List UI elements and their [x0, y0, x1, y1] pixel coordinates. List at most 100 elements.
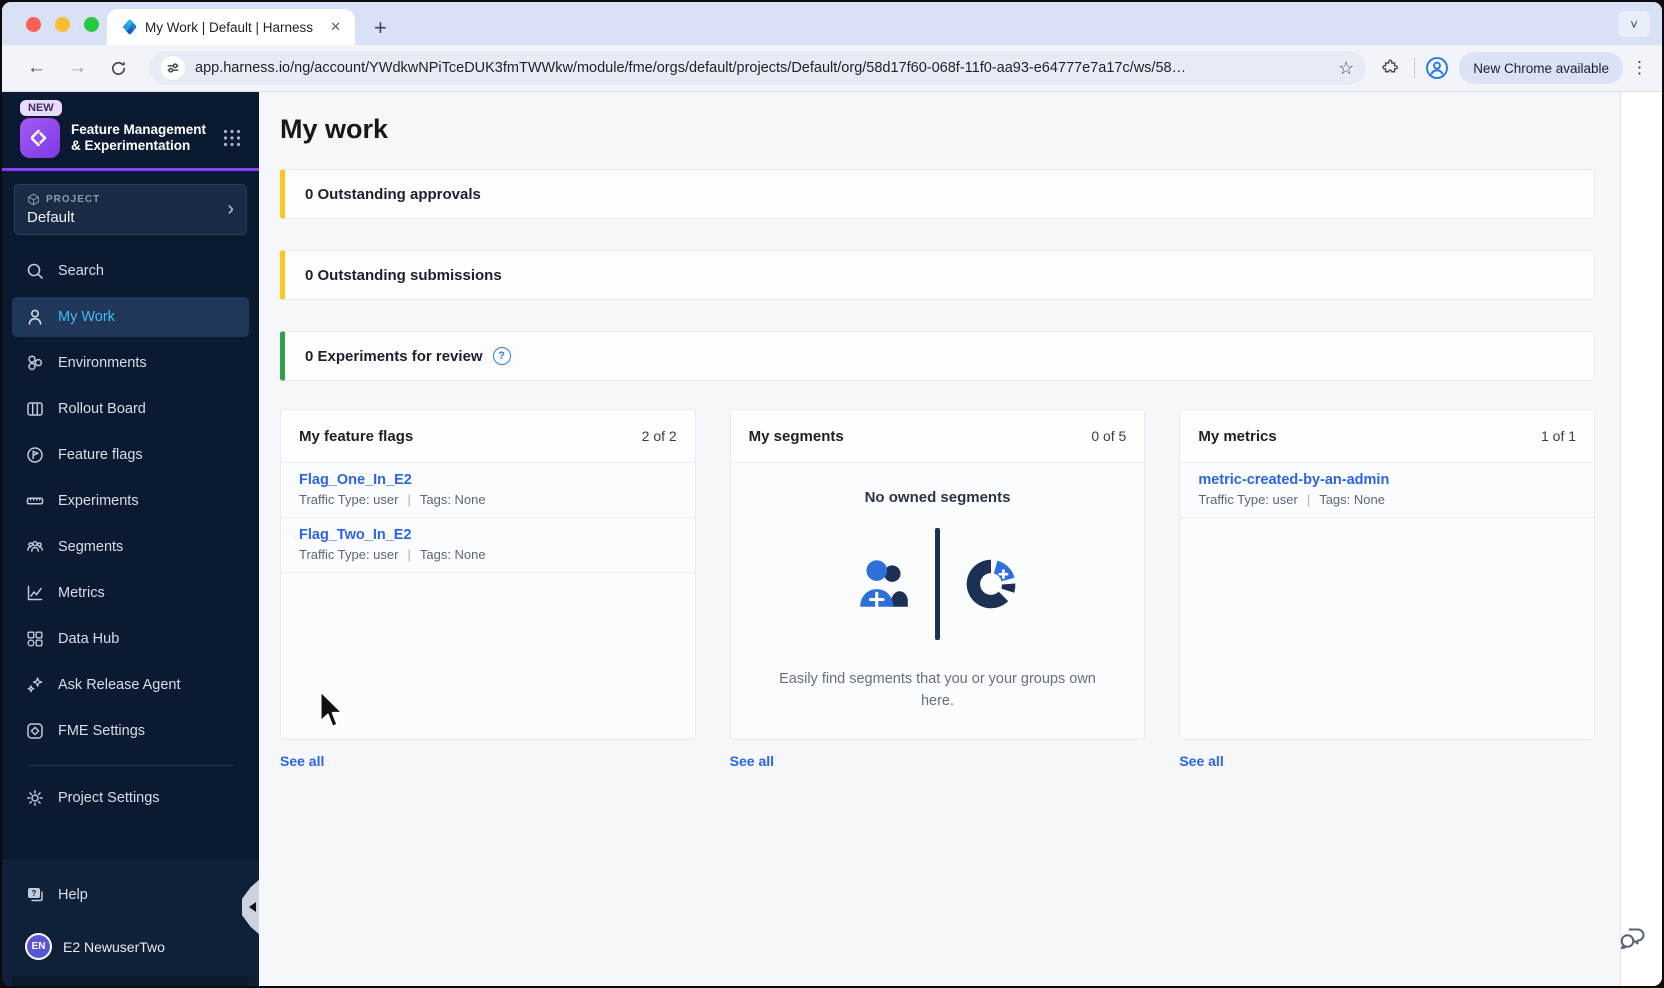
sidebar-item-label: Rollout Board [58, 401, 146, 417]
tags: Tags: None [1319, 492, 1385, 507]
sidebar-bottom-strip [12, 976, 249, 986]
close-window-button[interactable] [26, 17, 41, 32]
meta-separator: | [407, 547, 411, 562]
sidebar-item-label: Ask Release Agent [58, 677, 181, 693]
help-tooltip-icon[interactable]: ? [492, 347, 511, 365]
back-button[interactable]: ← [27, 57, 46, 79]
module-accent-line [2, 168, 259, 171]
card-title: My segments [748, 427, 844, 445]
gear-icon [27, 790, 43, 806]
help-label: Help [58, 887, 88, 903]
alert-outstanding-submissions[interactable]: 0 Outstanding submissions [280, 250, 1595, 300]
tab-strip: My Work | Default | Harness ✕ + ˅ [2, 2, 1662, 45]
reload-button[interactable] [109, 59, 128, 78]
flag-link[interactable]: Flag_One_In_E2 [299, 472, 677, 488]
sidebar-divider [28, 765, 233, 766]
card-title: My feature flags [299, 427, 414, 445]
alert-label: 0 Outstanding approvals [305, 185, 481, 203]
profile-icon[interactable] [1425, 56, 1449, 80]
sidebar-item-label: FME Settings [58, 723, 146, 739]
alert-experiments-for-review[interactable]: 0 Experiments for review ? [280, 331, 1595, 381]
tab-search-button[interactable]: ˅ [1618, 11, 1650, 37]
new-badge: NEW [20, 100, 62, 116]
segments-empty-state: No owned segments Easily find segments t… [731, 463, 1145, 739]
see-all-link[interactable]: See all [730, 753, 1146, 769]
meta-separator: | [407, 492, 411, 507]
extensions-icon[interactable] [1380, 58, 1400, 78]
card-title: My metrics [1198, 427, 1277, 445]
project-selector[interactable]: PROJECT Default › [14, 184, 247, 235]
user-menu[interactable]: EN E2 NewuserTwo [12, 929, 249, 976]
module-switcher-icon[interactable] [221, 127, 243, 149]
address-bar[interactable]: app.harness.io/ng/account/YWdkwNPiTceDUK… [149, 51, 1367, 85]
sidebar-item-label: Segments [58, 539, 124, 555]
alert-label: 0 Experiments for review [305, 347, 483, 365]
browser-menu-icon[interactable]: ⋮ [1631, 58, 1648, 78]
main-content: My work 0 Outstanding approvals 0 Outsta… [259, 92, 1620, 986]
sidebar-item-data-hub[interactable]: Data Hub [12, 619, 249, 659]
traffic-type: Traffic Type: user [299, 547, 399, 562]
zoom-window-button[interactable] [84, 17, 99, 32]
tab-close-icon[interactable]: ✕ [328, 19, 343, 35]
sidebar-footer: ? Help EN E2 NewuserTwo [2, 860, 259, 986]
sidebar-item-label: Project Settings [58, 790, 160, 806]
empty-state-description: Easily find segments that you or your gr… [779, 671, 1096, 709]
card-header: My feature flags 2 of 2 [281, 410, 695, 463]
list-item: Flag_Two_In_E2 Traffic Type: user | Tags: … [281, 518, 695, 573]
forward-button[interactable]: → [68, 57, 87, 79]
sidebar-item-rollout-board[interactable]: Rollout Board [12, 389, 249, 429]
help-button[interactable]: ? Help [12, 875, 249, 915]
traffic-type: Traffic Type: user [299, 492, 399, 507]
bookmark-star-icon[interactable]: ☆ [1338, 58, 1354, 79]
new-tab-button[interactable]: + [374, 17, 387, 39]
sidebar-item-label: Metrics [58, 585, 105, 601]
metrics-card-column: My metrics 1 of 1 metric-created-by-an-a… [1179, 409, 1596, 769]
minimize-window-button[interactable] [55, 17, 70, 32]
collapse-arrow-icon [249, 902, 256, 912]
sidebar-item-environments[interactable]: Environments [12, 343, 249, 383]
card-count: 0 of 5 [1091, 428, 1127, 444]
sidebar-item-metrics[interactable]: Metrics [12, 573, 249, 613]
feature-flags-card-column: My feature flags 2 of 2 Flag_One_In_E2 T… [280, 409, 696, 769]
tags: Tags: None [419, 492, 486, 507]
sidebar-item-experiments[interactable]: Experiments [12, 481, 249, 521]
sidebar-item-label: Search [58, 263, 104, 279]
card-header: My segments 0 of 5 [730, 410, 1145, 463]
metrics-card: My metrics 1 of 1 metric-created-by-an-a… [1179, 409, 1596, 740]
sidebar-item-ask-release-agent[interactable]: Ask Release Agent [12, 665, 249, 705]
add-users-icon [860, 560, 908, 608]
window-controls [26, 17, 99, 32]
site-settings-icon[interactable] [161, 56, 185, 80]
illustration-divider [935, 528, 940, 640]
sidebar-item-search[interactable]: Search [12, 251, 249, 291]
alert-outstanding-approvals[interactable]: 0 Outstanding approvals [280, 169, 1595, 219]
sidebar-item-fme-settings[interactable]: FME Settings [12, 711, 249, 751]
sidebar-item-my-work[interactable]: My Work [12, 297, 249, 337]
see-all-link[interactable]: See all [1179, 753, 1595, 769]
card-count: 2 of 2 [641, 428, 677, 444]
chevron-down-icon: ˅ [1630, 16, 1638, 32]
svg-text:?: ? [32, 889, 37, 898]
harness-favicon [122, 18, 136, 34]
feedback-chat-icon[interactable] [1615, 920, 1649, 954]
see-all-link[interactable]: See all [280, 753, 696, 769]
segments-card: My segments 0 of 5 No owned segments Eas… [729, 409, 1146, 740]
segments-people-icon [27, 540, 43, 552]
question-glyph: ? [498, 350, 505, 362]
segments-illustration [853, 528, 1022, 640]
url-text[interactable]: app.harness.io/ng/account/YWdkwNPiTceDUK… [195, 60, 1330, 76]
avatar: EN [25, 933, 52, 960]
module-title: Feature Management & Experimentation [71, 122, 207, 153]
flag-link[interactable]: Flag_Two_In_E2 [299, 527, 677, 543]
metric-link[interactable]: metric-created-by-an-admin [1198, 472, 1576, 488]
browser-toolbar: ← → app.harness.io/ng/account/YWdkwNPiTc… [2, 45, 1662, 92]
add-segment-donut-icon [966, 559, 1016, 609]
sidebar-item-project-settings[interactable]: Project Settings [12, 778, 249, 818]
sidebar-item-label: Data Hub [58, 631, 120, 647]
browser-tab[interactable]: My Work | Default | Harness ✕ [107, 9, 355, 45]
chrome-update-chip[interactable]: New Chrome available [1459, 52, 1623, 84]
fme-module-icon [20, 118, 60, 158]
sidebar-item-segments[interactable]: Segments [12, 527, 249, 567]
sidebar-item-feature-flags[interactable]: Feature flags [12, 435, 249, 475]
scrollbar-gutter[interactable] [1620, 92, 1662, 986]
